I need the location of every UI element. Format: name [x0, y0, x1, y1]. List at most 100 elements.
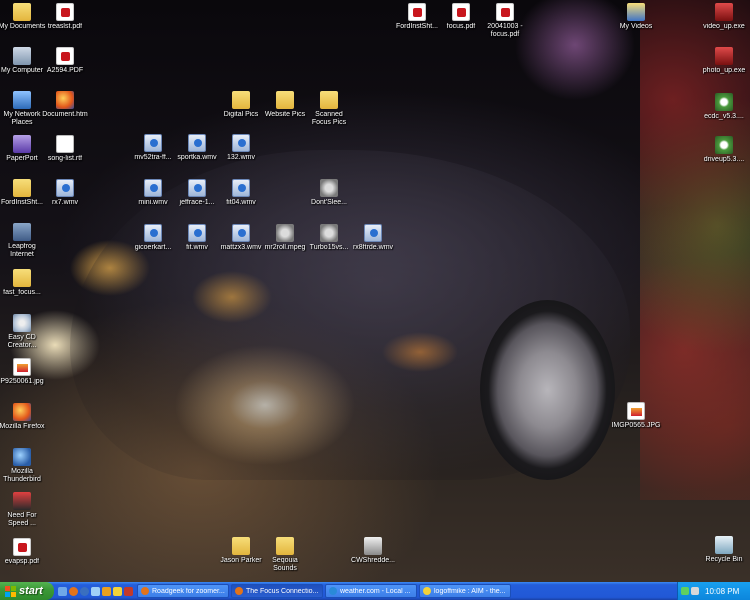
- jpg-image-icon: [13, 358, 31, 376]
- pdf-file-icon: [452, 3, 470, 21]
- leapfrog-app-icon: [13, 223, 31, 241]
- start-button[interactable]: start: [0, 582, 54, 600]
- winamp-quicklaunch-icon[interactable]: [124, 586, 133, 596]
- desktop-icon-rx8ftrde-wmv[interactable]: rx8ftrde.wmv: [341, 224, 405, 252]
- desktop-icon-seqouia-sounds[interactable]: Seqouia Sounds: [253, 537, 317, 573]
- folder-icon: [232, 537, 250, 555]
- mpeg-video-icon: [320, 224, 338, 242]
- desktop-icon-evapsp-pdf[interactable]: evapsp.pdf: [0, 538, 54, 566]
- task-button-weather[interactable]: weather.com - Local ...: [325, 584, 417, 598]
- wmv-video-icon: [232, 179, 250, 197]
- desktop-icon-cwshredder[interactable]: CWShredde...: [341, 537, 405, 565]
- desktop-background: My Documents treaslst.pdf My Computer A2…: [0, 0, 750, 582]
- desktop-icon-mozilla-thunderbird[interactable]: Mozilla Thunderbird: [0, 448, 54, 484]
- folder-icon: [232, 91, 250, 109]
- media-player-quicklaunch-icon[interactable]: [102, 586, 111, 596]
- explorer-quicklaunch-icon[interactable]: [91, 586, 100, 596]
- firefox-quicklaunch-icon[interactable]: [69, 586, 78, 596]
- desktop-icon-song-list-rtf[interactable]: song-list.rtf: [33, 135, 97, 163]
- task-buttons: Roadgeek for zoomer... The Focus Connect…: [137, 584, 511, 598]
- pdf-file-icon: [496, 3, 514, 21]
- desktop-icon-document-htm[interactable]: Document.htm: [33, 91, 97, 119]
- exe-installer-icon: [715, 47, 733, 65]
- firefox-icon: [13, 403, 31, 421]
- task-button-focus-connection[interactable]: The Focus Connectio...: [231, 584, 323, 598]
- show-desktop-icon[interactable]: [58, 586, 67, 596]
- wmv-video-icon: [144, 224, 162, 242]
- rtf-document-icon: [56, 135, 74, 153]
- folder-icon: [13, 179, 31, 197]
- quick-launch-bar: [54, 586, 137, 596]
- task-button-aim[interactable]: logoffmike : AIM - the...: [419, 584, 511, 598]
- tray-volume-icon[interactable]: [691, 587, 699, 595]
- wmv-video-icon: [232, 224, 250, 242]
- desktop-icon-leapfrog-internet[interactable]: Leapfrog Internet: [0, 223, 54, 259]
- task-button-roadgeek[interactable]: Roadgeek for zoomer...: [137, 584, 229, 598]
- network-places-icon: [13, 91, 31, 109]
- desktop-icon-my-videos[interactable]: My Videos: [604, 3, 668, 31]
- desktop-icon-a2594-pdf[interactable]: A2594.PDF: [33, 47, 97, 75]
- desktop-icon-rx7-wmv[interactable]: rx7.wmv: [33, 179, 97, 207]
- paperport-icon: [13, 135, 31, 153]
- start-label: start: [19, 585, 43, 597]
- desktop-icon-fit04-wmv[interactable]: fit04.wmv: [209, 179, 273, 207]
- desktop-icon-132-wmv[interactable]: 132.wmv: [209, 134, 273, 162]
- wmv-video-icon: [144, 179, 162, 197]
- thunderbird-quicklaunch-icon[interactable]: [80, 586, 89, 596]
- desktop-icon-p9250061-jpg[interactable]: P9250061.jpg: [0, 358, 54, 386]
- desktop-icon-scanned-focus-pics[interactable]: Scanned Focus Pics: [297, 91, 361, 127]
- aim-quicklaunch-icon[interactable]: [113, 586, 122, 596]
- shredder-app-icon: [364, 537, 382, 555]
- pdf-file-icon: [56, 47, 74, 65]
- aim-task-icon: [423, 587, 431, 595]
- desktop-icon-treaslst-pdf[interactable]: treaslst.pdf: [33, 3, 97, 31]
- recycle-bin-icon: [715, 536, 733, 554]
- desktop-icon-20041003-focus-pdf[interactable]: 20041003 - focus.pdf: [473, 3, 537, 39]
- desktop-icon-video-up-exe[interactable]: video_up.exe: [692, 3, 750, 31]
- my-documents-icon: [13, 3, 31, 21]
- need-for-speed-icon: [13, 492, 31, 510]
- desktop-icon-ecdc-v5[interactable]: ecdc_v5.3....: [692, 93, 750, 121]
- desktop-icon-mozilla-firefox[interactable]: Mozilla Firefox: [0, 403, 54, 431]
- browser-task-icon: [329, 587, 337, 595]
- my-computer-icon: [13, 47, 31, 65]
- desktop-icon-easy-cd-creator[interactable]: Easy CD Creator...: [0, 314, 54, 350]
- system-tray: 10:08 PM: [677, 582, 750, 600]
- firefox-task-icon: [141, 587, 149, 595]
- wmv-video-icon: [144, 134, 162, 152]
- desktop-icon-driveup5[interactable]: driveup5.3....: [692, 136, 750, 164]
- desktop-icon-dont-slee[interactable]: Dont'Slee...: [297, 179, 361, 207]
- desktop-icon-photo-up-exe[interactable]: photo_up.exe: [692, 47, 750, 75]
- firefox-document-icon: [56, 91, 74, 109]
- firefox-task-icon: [235, 587, 243, 595]
- desktop-icon-need-for-speed[interactable]: Need For Speed ...: [0, 492, 54, 528]
- mpeg-video-icon: [320, 179, 338, 197]
- clock[interactable]: 10:08 PM: [705, 587, 739, 596]
- wmv-video-icon: [188, 179, 206, 197]
- pdf-file-icon: [56, 3, 74, 21]
- windows-logo-icon: [5, 585, 16, 597]
- folder-icon: [276, 537, 294, 555]
- folder-icon: [276, 91, 294, 109]
- car-wheel-wallpaper: [480, 300, 615, 480]
- tray-network-icon[interactable]: [681, 587, 689, 595]
- folder-icon: [13, 269, 31, 287]
- setup-gear-icon: [715, 93, 733, 111]
- taskbar: start Roadgeek for zoomer... The Focus C…: [0, 582, 750, 600]
- thunderbird-icon: [13, 448, 31, 466]
- jpg-image-icon: [627, 402, 645, 420]
- desktop-icon-fast-focus[interactable]: fast_focus...: [0, 269, 54, 297]
- wmv-video-icon: [188, 134, 206, 152]
- folder-icon: [320, 91, 338, 109]
- cd-creator-icon: [13, 314, 31, 332]
- wmv-video-icon: [364, 224, 382, 242]
- exe-installer-icon: [715, 3, 733, 21]
- pdf-file-icon: [408, 3, 426, 21]
- desktop-icon-imgp0565-jpg[interactable]: IMGP0565.JPG: [604, 402, 668, 430]
- desktop-icon-recycle-bin[interactable]: Recycle Bin: [692, 536, 750, 564]
- mpeg-video-icon: [276, 224, 294, 242]
- pdf-file-icon: [13, 538, 31, 556]
- wmv-video-icon: [56, 179, 74, 197]
- wmv-video-icon: [232, 134, 250, 152]
- wmv-video-icon: [188, 224, 206, 242]
